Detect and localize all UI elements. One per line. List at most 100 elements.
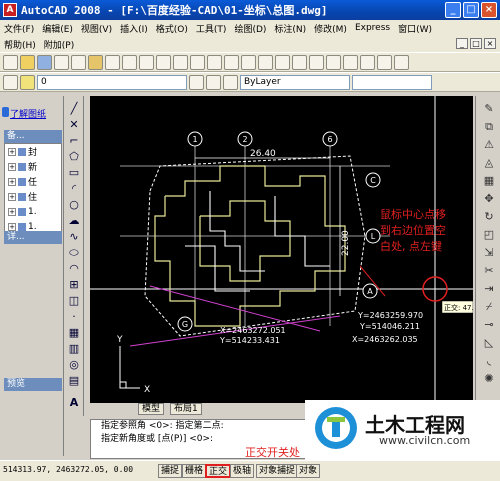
understand-drawing-link[interactable]: 了解图纸 [10,107,64,119]
array-icon[interactable]: ▦ [482,174,496,187]
object-snap-toggle[interactable]: 对象捕捉 [256,464,299,478]
minimize-button[interactable]: _ [445,2,461,18]
tab-layout1[interactable]: 布局1 [170,403,202,415]
undo-icon[interactable] [190,54,205,70]
pan-icon[interactable] [224,54,239,70]
close-button[interactable]: × [481,2,497,18]
expand-icon[interactable]: + [8,147,16,156]
doc-minimize-button[interactable]: _ [456,38,468,49]
print-icon[interactable] [54,54,69,70]
menu-express[interactable]: Express [355,23,390,33]
layer-on-icon[interactable] [20,74,35,90]
menu-window[interactable]: 窗口(W) [398,22,432,35]
menu-file[interactable]: 文件(F) [4,22,34,35]
object-track-toggle[interactable]: 对象 [296,464,321,478]
doc-close-button[interactable]: × [484,38,496,49]
coordinate-readout[interactable]: 514313.97, 2463272.05, 0.00 [3,465,133,474]
design-center-icon[interactable] [309,54,324,70]
erase-icon[interactable]: ✎ [482,102,496,115]
doc-restore-button[interactable]: □ [470,38,482,49]
layer-previous-icon[interactable] [206,74,221,90]
publish-icon[interactable] [88,54,103,70]
ortho-toggle[interactable]: 正交 [205,464,232,478]
expand-icon[interactable]: + [8,222,16,231]
menu-edit[interactable]: 编辑(E) [42,22,73,35]
ellipse-arc-icon[interactable]: ◠ [67,262,81,275]
tree-item[interactable]: + 住 [5,189,61,204]
panel-section-header-2[interactable]: 详... [4,231,62,244]
spline-icon[interactable]: ∿ [67,230,81,243]
gradient-icon[interactable]: ▥ [67,342,81,355]
menu-draw[interactable]: 绘图(D) [234,22,266,35]
expand-icon[interactable]: + [8,192,16,201]
explode-icon[interactable]: ✺ [482,372,496,385]
color-combo[interactable]: ByLayer [240,74,350,90]
zoom-realtime-icon[interactable] [241,54,256,70]
rotate-icon[interactable]: ↻ [482,210,496,223]
make-current-layer-icon[interactable] [189,74,204,90]
menu-addons[interactable]: 附加(P) [44,38,74,51]
mirror-icon[interactable]: ⚠ [482,138,496,151]
cut-icon[interactable] [105,54,120,70]
tree-item[interactable]: + 封 [5,144,61,159]
menu-format[interactable]: 格式(O) [156,22,188,35]
expand-icon[interactable]: + [8,207,16,216]
region-icon[interactable]: ◎ [67,358,81,371]
menu-help[interactable]: 帮助(H) [4,38,36,51]
circle-icon[interactable]: ○ [67,198,81,211]
trim-icon[interactable]: ✂ [482,264,496,277]
extend-icon[interactable]: ⇥ [482,282,496,295]
chamfer-icon[interactable]: ◺ [482,336,496,349]
markup-icon[interactable] [360,54,375,70]
point-icon[interactable]: · [67,310,81,323]
menu-insert[interactable]: 插入(I) [120,22,148,35]
table-icon[interactable]: ▤ [67,374,81,387]
tool-palettes-icon[interactable] [326,54,341,70]
drawing-canvas[interactable]: 1 2 6 C L A G 26.40 22.00 X=2463272.051 … [90,96,473,403]
ellipse-icon[interactable]: ⬭ [67,246,81,259]
layer-state-icon[interactable] [223,74,238,90]
zoom-window-icon[interactable] [258,54,273,70]
panel-section-header-1[interactable]: 备... [4,130,62,143]
polygon-icon[interactable]: ⬠ [67,150,81,163]
join-icon[interactable]: ⊸ [482,318,496,331]
line-icon[interactable]: ╱ [67,102,81,115]
open-folder-icon[interactable] [20,54,35,70]
insert-block-icon[interactable]: ⊞ [67,278,81,291]
expand-icon[interactable]: + [8,177,16,186]
match-properties-icon[interactable] [156,54,171,70]
construction-line-icon[interactable]: ✕ [67,118,81,131]
tab-model[interactable]: 模型 [138,403,165,415]
break-icon[interactable]: ⌿ [482,300,496,313]
redo-icon[interactable] [207,54,222,70]
autocad-app-icon[interactable]: A [3,3,17,17]
menu-modify[interactable]: 修改(M) [314,22,347,35]
block-editor-icon[interactable] [173,54,188,70]
layer-manager-icon[interactable] [3,74,18,90]
linetype-combo[interactable] [352,74,432,90]
menu-dimension[interactable]: 标注(N) [274,22,306,35]
make-block-icon[interactable]: ◫ [67,294,81,307]
paste-icon[interactable] [139,54,154,70]
tree-item[interactable]: + 新 [5,159,61,174]
new-file-icon[interactable] [3,54,18,70]
layer-combo[interactable]: 0 [37,74,187,90]
scale-icon[interactable]: ◰ [482,228,496,241]
tree-item[interactable]: +1. [5,204,61,219]
revision-cloud-icon[interactable]: ☁ [67,214,81,227]
fillet-icon[interactable]: ◟ [482,354,496,367]
move-icon[interactable]: ✥ [482,192,496,205]
arc-icon[interactable]: ◜ [67,182,81,195]
plot-preview-icon[interactable] [71,54,86,70]
polyline-icon[interactable]: ⌐ [67,134,81,147]
grid-toggle[interactable]: 栅格 [182,464,207,478]
sheet-set-icon[interactable] [343,54,358,70]
snap-toggle[interactable]: 捕捉 [158,464,183,478]
maximize-button[interactable]: □ [463,2,479,18]
panel-section-header-3[interactable]: 预览 [4,378,62,391]
calculator-icon[interactable] [377,54,392,70]
hatch-icon[interactable]: ▦ [67,326,81,339]
copy-icon[interactable] [122,54,137,70]
zoom-previous-icon[interactable] [275,54,290,70]
copy-object-icon[interactable]: ⧉ [482,120,496,133]
